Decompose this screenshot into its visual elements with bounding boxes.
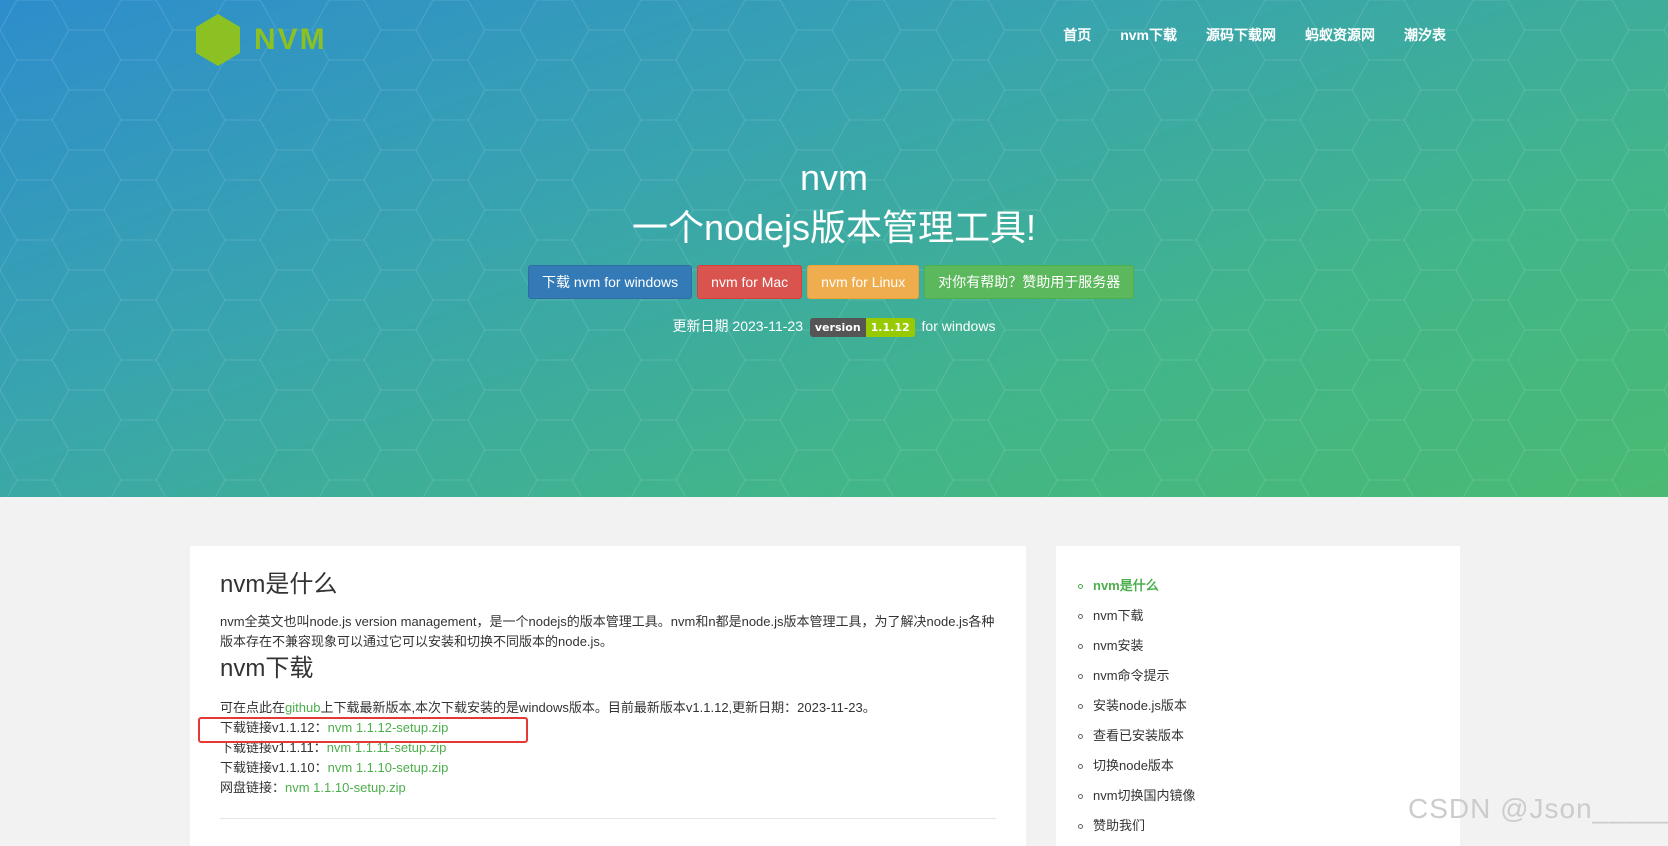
main-content-card: nvm是什么 nvm全英文也叫node.js version managemen… bbox=[190, 546, 1026, 846]
toc-item-mirror[interactable]: nvm切换国内镜像 bbox=[1078, 781, 1196, 811]
brand-name: NVM bbox=[254, 23, 327, 56]
version-badge-label: version bbox=[809, 317, 866, 337]
toc-card: nvm是什么 nvm下载 nvm安装 nvm命令提示 安装node.js版本 查… bbox=[1056, 546, 1460, 846]
hero-button-group: 下载 nvm for windows nvm for Mac nvm for L… bbox=[528, 265, 1139, 299]
toc-item-list-installed[interactable]: 查看已安装版本 bbox=[1078, 721, 1196, 751]
toc-item-label: nvm命令提示 bbox=[1093, 668, 1170, 683]
version-badge-value: 1.1.12 bbox=[865, 317, 915, 337]
toc-item-label: 切换node版本 bbox=[1093, 758, 1174, 773]
download-label: 网盘链接： bbox=[220, 780, 286, 795]
linux-button[interactable]: nvm for Linux bbox=[807, 265, 920, 299]
bullet-icon bbox=[1078, 733, 1083, 739]
section-title-nvm-download: nvm下载 bbox=[220, 655, 314, 682]
version-badge: version 1.1.12 bbox=[809, 317, 915, 337]
main-content: nvm是什么 nvm全英文也叫node.js version managemen… bbox=[220, 568, 1000, 798]
toc-item-install-node[interactable]: 安装node.js版本 bbox=[1078, 691, 1196, 721]
hero-title: nvm bbox=[799, 157, 868, 198]
top-nav: 首页 nvm下载 源码下载网 蚂蚁资源网 潮汐表 bbox=[1034, 25, 1446, 45]
download-intro-suffix: 上下载最新版本,本次下载安装的是windows版本。目前最新版本v1.1.12,… bbox=[320, 700, 876, 715]
toc-item-what-is-nvm[interactable]: nvm是什么 bbox=[1078, 571, 1196, 601]
download-link-netdisk[interactable]: nvm 1.1.10-setup.zip bbox=[285, 780, 406, 795]
nav-item-home[interactable]: 首页 bbox=[1063, 25, 1091, 45]
highlight-annotation-box bbox=[198, 717, 528, 743]
bullet-icon bbox=[1078, 763, 1083, 769]
table-of-contents: nvm是什么 nvm下载 nvm安装 nvm命令提示 安装node.js版本 查… bbox=[1078, 571, 1196, 841]
toc-item-nvm-install[interactable]: nvm安装 bbox=[1078, 631, 1196, 661]
download-row-netdisk: 网盘链接：nvm 1.1.10-setup.zip bbox=[220, 778, 1000, 798]
download-row-1-1-10: 下载链接v1.1.10：nvm 1.1.10-setup.zip bbox=[220, 758, 1000, 778]
hero-subtitle: 一个nodejs版本管理工具! bbox=[631, 207, 1037, 248]
nav-item-nvm-download[interactable]: nvm下载 bbox=[1120, 25, 1177, 45]
download-windows-button[interactable]: 下载 nvm for windows bbox=[528, 265, 693, 299]
csdn-watermark: CSDN @Json_____ bbox=[1408, 793, 1668, 824]
toc-item-nvm-commands[interactable]: nvm命令提示 bbox=[1078, 661, 1196, 691]
bullet-icon bbox=[1078, 583, 1083, 589]
bullet-icon bbox=[1078, 793, 1083, 799]
toc-item-label: nvm安装 bbox=[1093, 638, 1144, 653]
nav-item-ant-resources[interactable]: 蚂蚁资源网 bbox=[1305, 25, 1375, 45]
section-text-what-is-nvm: nvm全英文也叫node.js version management，是一个no… bbox=[220, 614, 995, 649]
section-title-what-is-nvm: nvm是什么 bbox=[220, 571, 338, 598]
update-info: 更新日期 2023-11-23 version 1.1.12 for window… bbox=[0, 316, 1668, 337]
bullet-icon bbox=[1078, 673, 1083, 679]
bullet-icon bbox=[1078, 643, 1083, 649]
mac-button[interactable]: nvm for Mac bbox=[697, 265, 803, 299]
download-intro: 可在点此在github上下载最新版本,本次下载安装的是windows版本。目前最… bbox=[220, 698, 1000, 718]
brand-logo[interactable]: NVM bbox=[194, 14, 327, 66]
hexagon-logo-icon bbox=[196, 14, 240, 66]
donate-button[interactable]: 对你有帮助？赞助用于服务器 bbox=[924, 265, 1135, 299]
toc-item-switch-node[interactable]: 切换node版本 bbox=[1078, 751, 1196, 781]
toc-item-nvm-download[interactable]: nvm下载 bbox=[1078, 601, 1196, 631]
toc-item-label: nvm切换国内镜像 bbox=[1093, 788, 1196, 803]
update-platform: for windows bbox=[921, 318, 996, 334]
toc-item-label: 安装node.js版本 bbox=[1093, 698, 1187, 713]
content-divider bbox=[220, 818, 996, 819]
toc-item-sponsor[interactable]: 赞助我们 bbox=[1078, 811, 1196, 841]
toc-item-label: nvm下载 bbox=[1093, 608, 1144, 623]
nav-item-source-download[interactable]: 源码下载网 bbox=[1206, 25, 1276, 45]
toc-item-label: 赞助我们 bbox=[1093, 818, 1146, 833]
bullet-icon bbox=[1078, 613, 1083, 619]
toc-item-label: 查看已安装版本 bbox=[1093, 728, 1185, 743]
download-intro-prefix: 可在点此在 bbox=[220, 700, 286, 715]
toc-item-label: nvm是什么 bbox=[1093, 578, 1159, 593]
nav-item-tide-table[interactable]: 潮汐表 bbox=[1404, 25, 1446, 45]
update-date: 更新日期 2023-11-23 bbox=[672, 318, 803, 334]
bullet-icon bbox=[1078, 703, 1083, 709]
bullet-icon bbox=[1078, 823, 1083, 829]
download-link-1-1-10[interactable]: nvm 1.1.10-setup.zip bbox=[328, 760, 449, 775]
github-link[interactable]: github bbox=[285, 700, 320, 715]
download-label: 下载链接v1.1.10： bbox=[220, 760, 328, 775]
hero-banner: NVM 首页 nvm下载 源码下载网 蚂蚁资源网 潮汐表 nvm 一个nodej… bbox=[0, 0, 1668, 497]
